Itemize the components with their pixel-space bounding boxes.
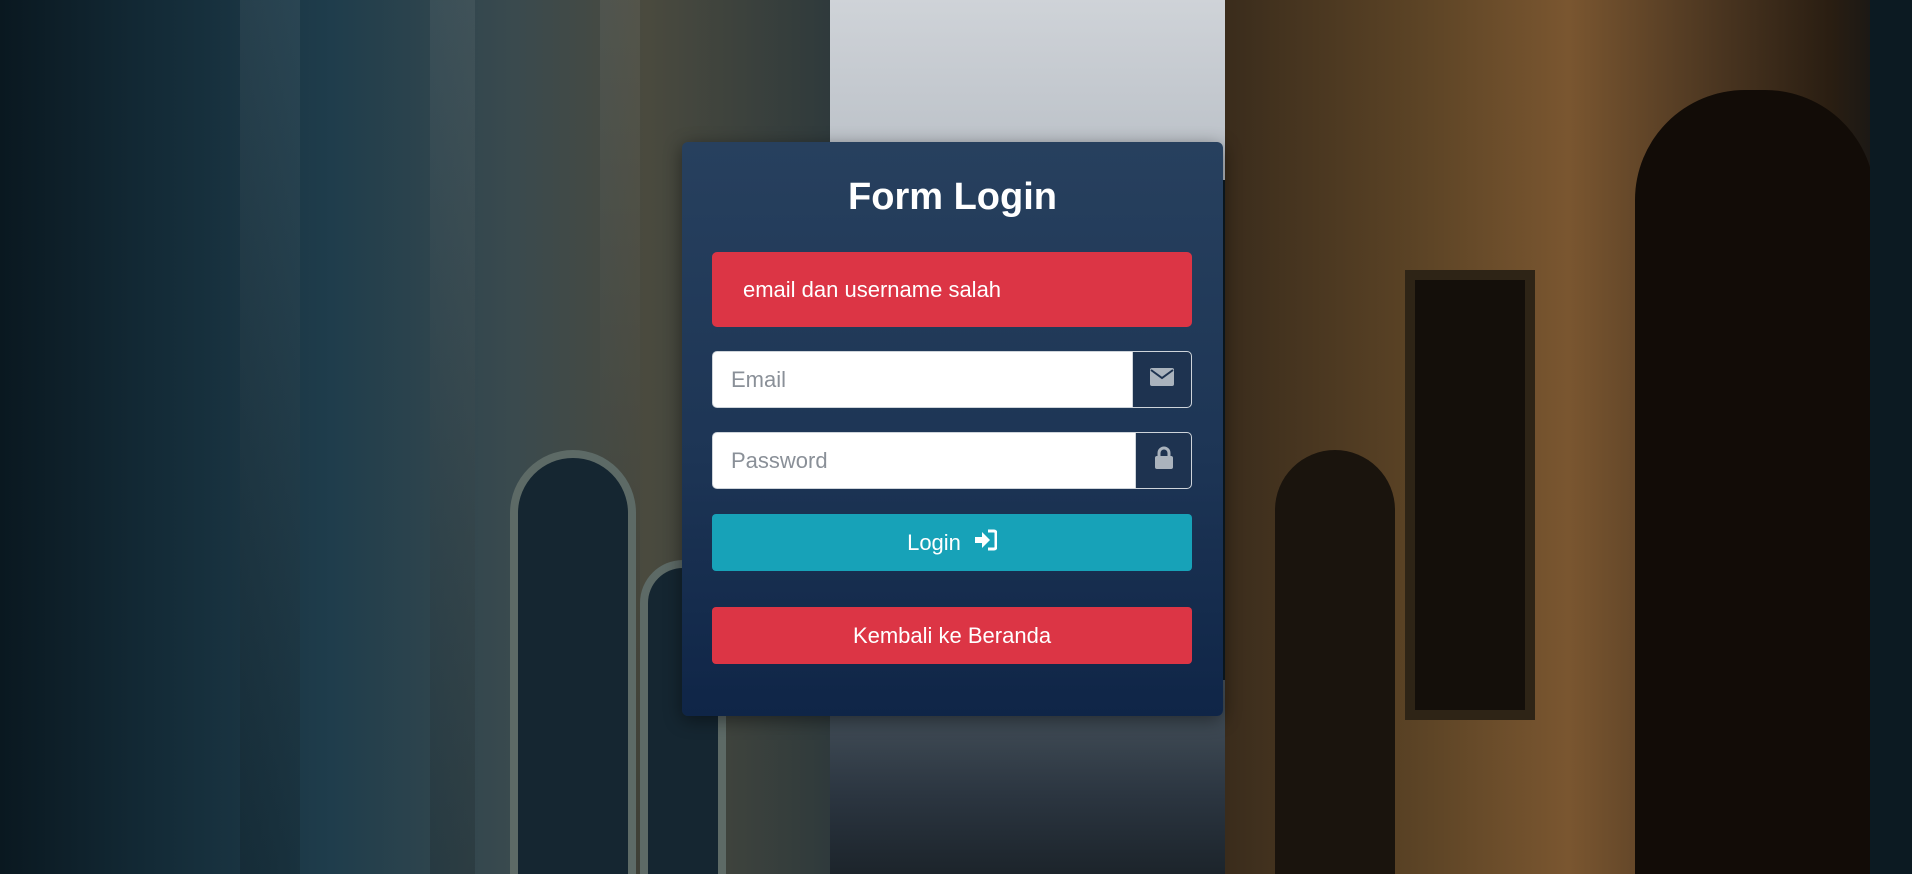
email-input[interactable] — [712, 351, 1132, 408]
form-title: Form Login — [848, 176, 1057, 218]
error-alert-message: email dan username salah — [743, 277, 1002, 302]
background-arch — [1275, 450, 1395, 874]
background-gate — [1635, 90, 1875, 874]
password-input-group — [712, 432, 1192, 489]
background-arch — [510, 450, 636, 874]
background-window — [1405, 270, 1535, 720]
error-alert: email dan username salah — [712, 252, 1192, 327]
password-addon — [1135, 432, 1192, 489]
sign-in-icon — [973, 529, 998, 557]
lock-icon — [1154, 446, 1174, 475]
back-to-home-label: Kembali ke Beranda — [852, 622, 1052, 648]
login-button-label: Login — [907, 529, 961, 555]
envelope-icon — [1149, 367, 1175, 392]
back-to-home-button[interactable]: Kembali ke Beranda — [712, 607, 1192, 664]
password-input[interactable] — [712, 432, 1135, 489]
email-addon — [1132, 351, 1192, 408]
background-column — [430, 0, 475, 874]
email-input-group — [712, 351, 1192, 408]
background-edge — [1870, 0, 1912, 874]
login-button[interactable]: Login — [712, 514, 1192, 571]
background-building-right — [1225, 0, 1912, 874]
login-card: Form Login email dan username salah Emai… — [682, 142, 1223, 716]
background-column — [240, 0, 300, 874]
